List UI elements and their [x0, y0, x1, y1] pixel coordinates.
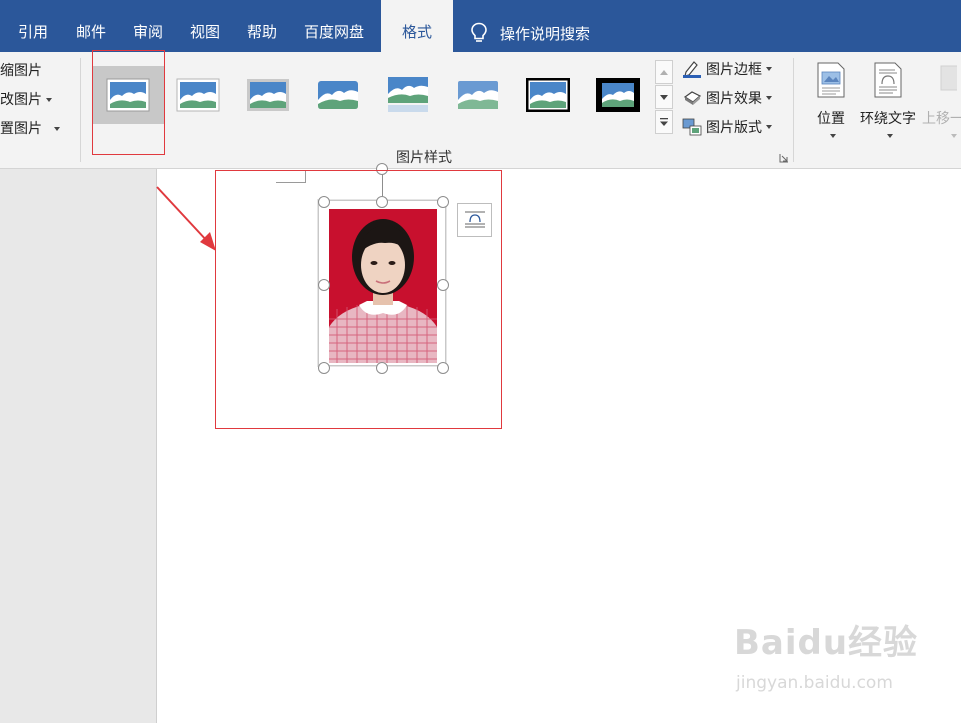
picture-effects-label: 图片效果	[706, 91, 762, 107]
resize-handle-right[interactable]	[437, 279, 449, 291]
watermark-url: jingyan.baidu.com	[736, 673, 893, 693]
position-label: 位置	[817, 111, 845, 127]
picture-border-icon	[682, 60, 702, 78]
wrap-text-label: 环绕文字	[860, 111, 916, 127]
chevron-down-icon	[54, 127, 60, 131]
picture-style-thumbnail-icon	[526, 78, 570, 112]
group-divider	[793, 58, 794, 162]
picture-style-thumbnail-icon	[318, 81, 358, 109]
resize-handle-top[interactable]	[376, 196, 388, 208]
selected-picture[interactable]	[318, 200, 446, 366]
compress-pictures-button[interactable]: 缩图片	[0, 60, 42, 80]
picture-styles-group-label: 图片样式	[396, 150, 452, 166]
picture-effects-icon	[682, 89, 702, 107]
picture-style-drop-shadow[interactable]	[232, 66, 304, 124]
chevron-down-icon	[887, 134, 893, 138]
compress-pictures-label: 缩图片	[0, 63, 42, 79]
resize-handle-top-left[interactable]	[318, 196, 330, 208]
picture-style-soft-rounded[interactable]	[442, 66, 514, 124]
picture-layout-icon	[682, 118, 702, 136]
picture-style-thick-matte-black[interactable]	[582, 66, 654, 124]
chevron-down-icon	[951, 134, 957, 138]
search-label: 操作说明搜索	[500, 24, 591, 43]
picture-style-thumbnail-icon	[388, 77, 428, 112]
layout-options-icon	[464, 211, 485, 228]
annotation-arrow-icon	[156, 186, 216, 251]
tab-review[interactable]: 审阅	[133, 0, 163, 52]
gallery-expand-icon	[660, 117, 668, 126]
tell-me-search[interactable]: 操作说明搜索	[470, 20, 590, 46]
layout-options-button[interactable]	[457, 203, 492, 237]
chevron-down-icon	[766, 96, 772, 100]
picture-style-rounded[interactable]	[302, 66, 374, 124]
chevron-down-icon	[46, 98, 52, 102]
picture-style-thumbnail-icon	[596, 78, 640, 112]
bring-forward-icon	[922, 60, 961, 100]
chevron-up-icon	[660, 69, 668, 75]
tab-references[interactable]: 引用	[18, 0, 48, 52]
tab-view[interactable]: 视图	[190, 0, 220, 52]
tab-baidu-netdisk[interactable]: 百度网盘	[304, 0, 364, 52]
chevron-down-icon	[766, 67, 772, 71]
reset-picture-button[interactable]: 置图片	[0, 118, 60, 138]
wrap-text-icon	[856, 60, 920, 100]
lightbulb-icon	[471, 22, 487, 42]
chevron-down-icon	[660, 94, 668, 100]
change-picture-button[interactable]: 改图片	[0, 89, 52, 109]
annotation-highlight-style	[92, 50, 165, 155]
resize-handle-left[interactable]	[318, 279, 330, 291]
tab-mailings[interactable]: 邮件	[76, 0, 106, 52]
portrait-photo	[329, 209, 437, 363]
picture-border-label: 图片边框	[706, 62, 762, 78]
picture-border-button[interactable]: 图片边框	[682, 58, 772, 80]
resize-handle-bottom[interactable]	[376, 362, 388, 374]
picture-layout-label: 图片版式	[706, 120, 762, 136]
word-window: 引用 邮件 审阅 视图 帮助 百度网盘 格式 操作说明搜索 缩图片 改图片 置图…	[0, 0, 961, 723]
wrap-text-button[interactable]: 环绕文字	[856, 60, 920, 138]
picture-styles-gallery	[92, 60, 654, 134]
picture-layout-button[interactable]: 图片版式	[682, 116, 772, 138]
watermark-logo: Baidu经验	[734, 623, 919, 663]
chevron-down-icon	[766, 125, 772, 129]
bring-forward-label: 上移一	[922, 111, 961, 127]
gallery-more-button[interactable]	[655, 110, 673, 134]
picture-style-double-frame-black[interactable]	[512, 66, 584, 124]
change-picture-label: 改图片	[0, 92, 42, 108]
position-button[interactable]: 位置	[812, 60, 850, 138]
baidu-jingyan-watermark: Baidu经验 jingyan.baidu.com	[734, 625, 918, 693]
document-left-margin	[0, 169, 157, 723]
resize-handle-top-right[interactable]	[437, 196, 449, 208]
picture-style-thumbnail-icon	[458, 81, 498, 109]
picture-style-reflected[interactable]	[372, 66, 444, 124]
picture-style-soft-edge[interactable]	[162, 66, 234, 124]
reset-picture-label: 置图片	[0, 121, 42, 137]
picture-style-thumbnail-icon	[176, 78, 220, 112]
group-divider	[80, 58, 81, 162]
chevron-down-icon	[830, 134, 836, 138]
gallery-scroll-up[interactable]	[655, 60, 673, 84]
bring-forward-button[interactable]: 上移一	[922, 60, 961, 138]
tab-format[interactable]: 格式	[381, 0, 453, 52]
resize-handle-bottom-right[interactable]	[437, 362, 449, 374]
picture-effects-button[interactable]: 图片效果	[682, 87, 772, 109]
resize-handle-bottom-left[interactable]	[318, 362, 330, 374]
tab-help[interactable]: 帮助	[247, 0, 277, 52]
gallery-scroll-down[interactable]	[655, 85, 673, 109]
picture-style-thumbnail-icon	[247, 79, 289, 111]
ribbon-tab-bar: 引用 邮件 审阅 视图 帮助 百度网盘 格式 操作说明搜索	[0, 0, 961, 52]
position-icon	[812, 60, 850, 100]
dialog-launcher-icon[interactable]	[779, 153, 789, 163]
